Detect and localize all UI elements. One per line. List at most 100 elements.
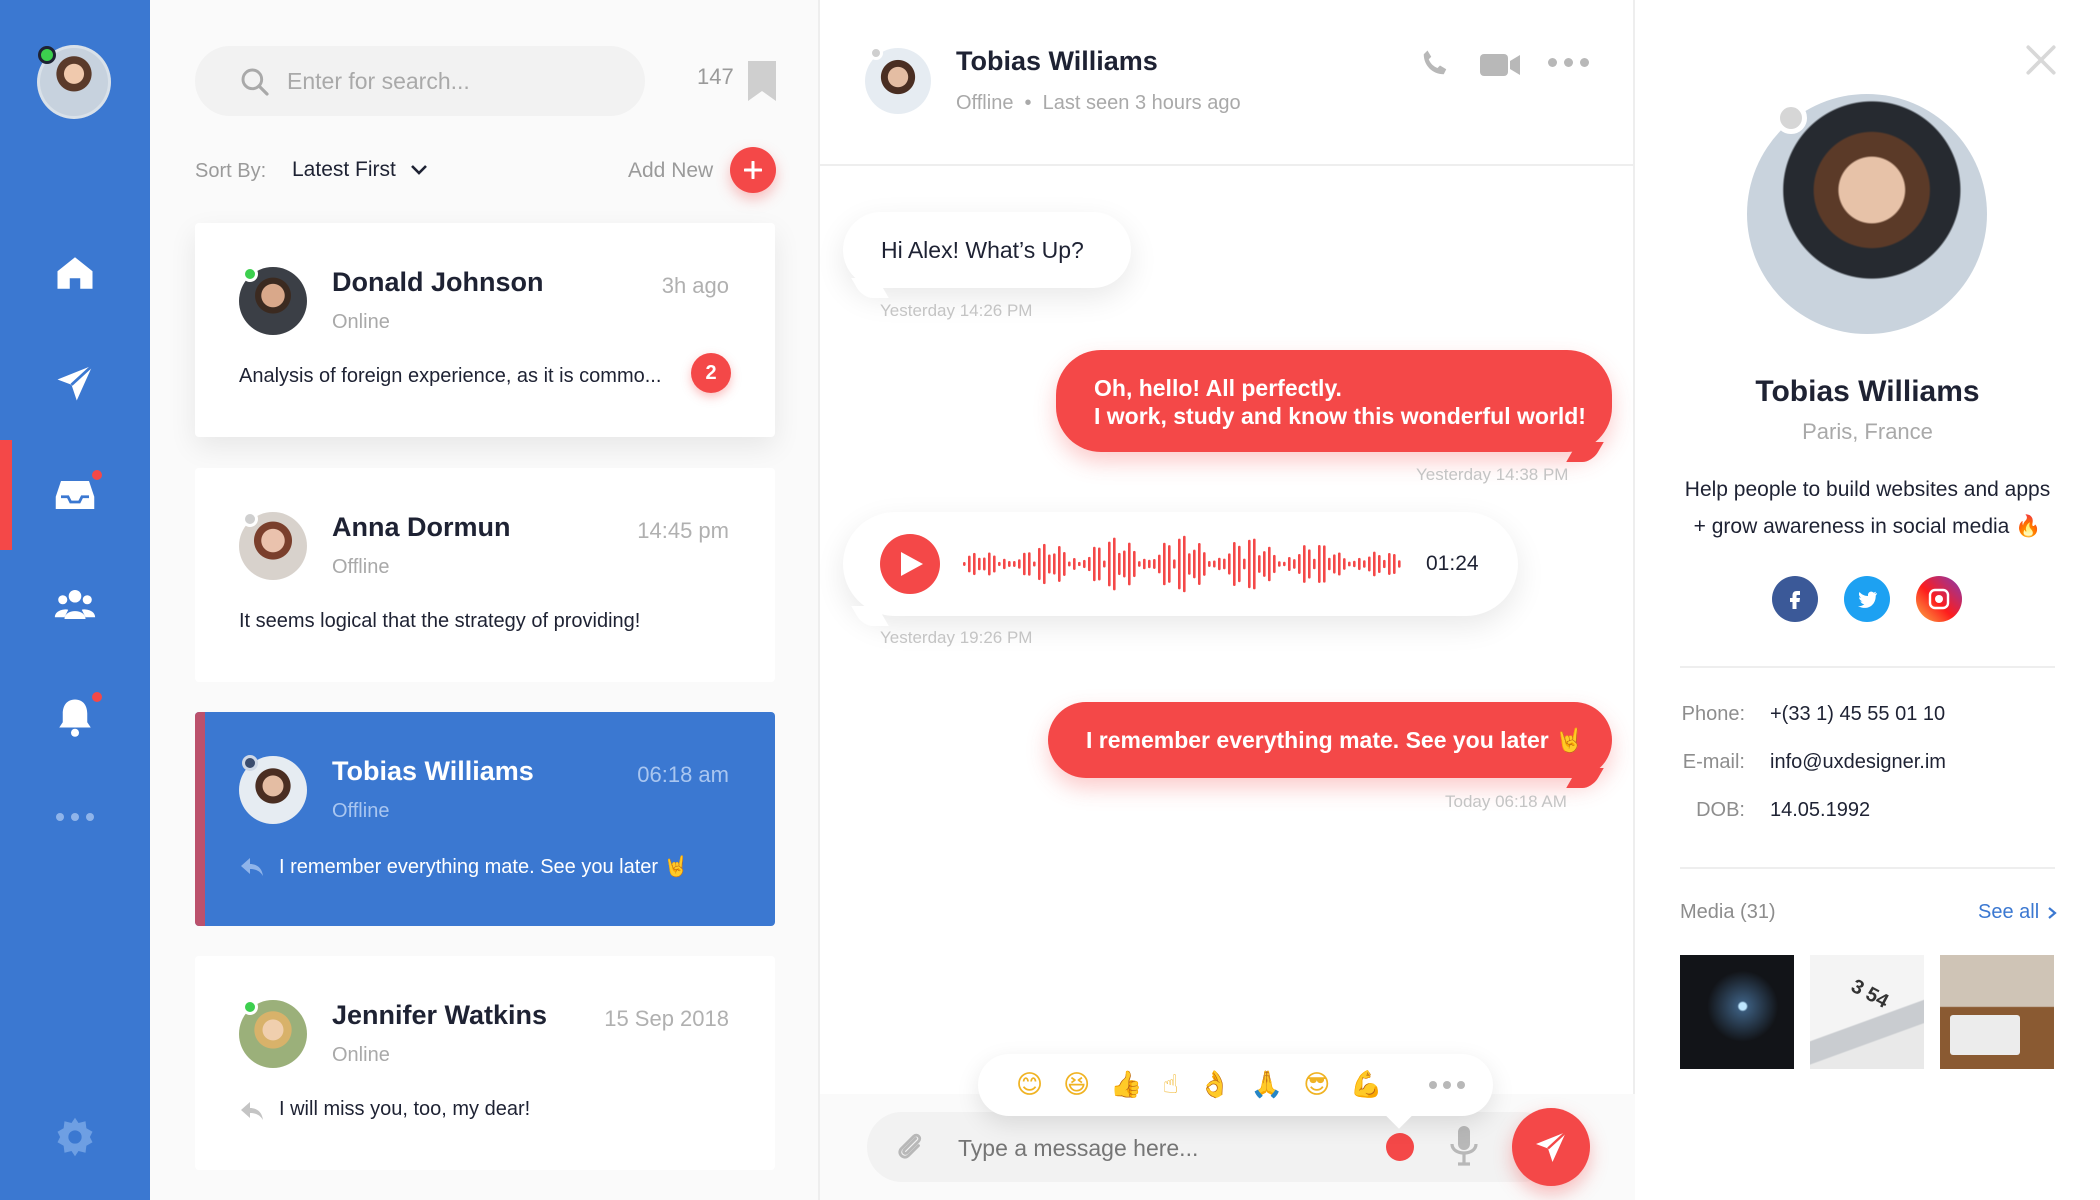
facebook-icon bbox=[1790, 591, 1800, 609]
message-timestamp: Today 06:18 AM bbox=[1445, 792, 1567, 811]
waveform-bar bbox=[1378, 554, 1381, 574]
see-all-media-link[interactable]: See all bbox=[1978, 901, 2057, 924]
emoji-point-up[interactable]: ☝ bbox=[1163, 1070, 1179, 1100]
phone-icon[interactable] bbox=[1420, 48, 1450, 78]
chat-card-tobias-williams[interactable]: Tobias Williams Offline 06:18 am I remem… bbox=[195, 712, 775, 926]
waveform-bar bbox=[993, 555, 996, 573]
sort-dropdown[interactable]: Latest First bbox=[292, 158, 428, 182]
waveform-bar bbox=[1308, 549, 1311, 579]
waveform-bar bbox=[1343, 558, 1346, 570]
waveform-bar bbox=[1243, 558, 1246, 570]
add-new-button[interactable] bbox=[730, 147, 776, 193]
more-icon[interactable] bbox=[0, 792, 150, 842]
notifications-dot bbox=[92, 692, 102, 702]
emoji-muscle[interactable]: 💪 bbox=[1350, 1070, 1382, 1100]
waveform-bar bbox=[1193, 549, 1196, 579]
emoji-sunglasses[interactable]: 😎 bbox=[1303, 1070, 1330, 1100]
play-button[interactable] bbox=[880, 534, 940, 594]
waveform-bar bbox=[1153, 559, 1156, 569]
waveform-bar bbox=[1213, 560, 1216, 568]
media-thumbnail[interactable] bbox=[1940, 955, 2054, 1069]
nav-inbox[interactable] bbox=[0, 440, 150, 550]
emoji-thumbs-up[interactable]: 👍 bbox=[1110, 1070, 1142, 1100]
conversation-contact-name: Tobias Williams bbox=[956, 46, 1158, 76]
nav-messages-sent[interactable] bbox=[0, 328, 150, 438]
more-options-icon[interactable] bbox=[1548, 58, 1589, 67]
user-avatar[interactable] bbox=[37, 45, 111, 119]
record-button[interactable] bbox=[1386, 1133, 1414, 1161]
waveform-bar bbox=[1238, 545, 1241, 583]
waveform-bar bbox=[1363, 560, 1366, 568]
waveform-bar bbox=[1018, 559, 1021, 569]
waveform-bar bbox=[1393, 553, 1396, 575]
more-emojis-icon[interactable] bbox=[1428, 1081, 1465, 1089]
microphone-icon[interactable] bbox=[1450, 1126, 1478, 1166]
nav-contacts[interactable] bbox=[0, 550, 150, 660]
profile-name: Tobias Williams bbox=[1755, 375, 1980, 408]
emoji-ok-hand[interactable]: 👌 bbox=[1198, 1070, 1230, 1100]
message-input[interactable] bbox=[958, 1128, 1358, 1168]
waveform-bar bbox=[1093, 546, 1096, 582]
bio-line-1: Help people to build websites and apps bbox=[1684, 478, 2051, 501]
add-new-label[interactable]: Add New bbox=[628, 159, 713, 183]
waveform-bar bbox=[983, 557, 986, 571]
contact-status: Online bbox=[332, 1044, 390, 1066]
waveform-bar bbox=[1098, 547, 1101, 581]
offline-status-dot bbox=[242, 511, 258, 527]
last-message-time: 3h ago bbox=[661, 273, 729, 298]
message-incoming: Hi Alex! What’s Up? bbox=[843, 212, 1131, 288]
message-text-line-2: I work, study and know this wonderful wo… bbox=[1094, 403, 1586, 429]
media-label: Media (31) bbox=[1680, 901, 1776, 923]
waveform-bar bbox=[1268, 546, 1271, 582]
nav-notifications[interactable] bbox=[0, 662, 150, 772]
chat-card-anna-dormun[interactable]: Anna Dormun Offline 14:45 pm It seems lo… bbox=[195, 468, 775, 682]
last-message-time: 14:45 pm bbox=[637, 518, 729, 543]
send-button[interactable] bbox=[1512, 1108, 1590, 1186]
waveform-bar bbox=[1218, 557, 1221, 571]
waveform-bar bbox=[1198, 542, 1201, 586]
video-icon[interactable] bbox=[1480, 52, 1520, 78]
waveform-bar bbox=[963, 562, 966, 566]
audio-waveform[interactable] bbox=[963, 534, 1403, 594]
chat-card-donald-johnson[interactable]: Donald Johnson Online 3h ago Analysis of… bbox=[195, 223, 775, 437]
media-thumbnail[interactable] bbox=[1680, 955, 1794, 1069]
waveform-bar bbox=[1128, 542, 1131, 586]
email-value[interactable]: info@uxdesigner.im bbox=[1770, 751, 1946, 774]
search-input[interactable] bbox=[287, 60, 617, 102]
online-status-dot bbox=[38, 46, 56, 64]
waveform-bar bbox=[1103, 560, 1106, 568]
waveform-bar bbox=[1293, 559, 1296, 569]
attach-icon[interactable] bbox=[893, 1130, 927, 1164]
waveform-bar bbox=[1058, 545, 1061, 583]
phone-label: Phone: bbox=[1681, 703, 1745, 725]
waveform-bar bbox=[998, 561, 1001, 567]
waveform-bar bbox=[978, 557, 981, 571]
nav-rail bbox=[0, 0, 150, 1200]
waveform-bar bbox=[1013, 561, 1016, 567]
contact-status: Online bbox=[332, 311, 390, 333]
message-outgoing: I remember everything mate. See you late… bbox=[1048, 702, 1612, 778]
profile-location: Paris, France bbox=[1802, 419, 1933, 444]
emoji-smile[interactable]: 😊 bbox=[1016, 1070, 1043, 1100]
contact-status: Offline bbox=[332, 556, 390, 578]
sort-value: Latest First bbox=[292, 158, 396, 181]
gear-icon[interactable] bbox=[54, 1116, 96, 1158]
waveform-bar bbox=[1223, 558, 1226, 570]
facebook-link[interactable] bbox=[1772, 576, 1818, 622]
bookmark-icon[interactable] bbox=[748, 60, 776, 102]
contact-name: Donald Johnson bbox=[332, 267, 544, 297]
waveform-bar bbox=[1368, 556, 1371, 572]
close-icon[interactable] bbox=[2024, 43, 2058, 77]
sort-label: Sort By: bbox=[195, 160, 267, 182]
emoji-laugh[interactable]: 😆 bbox=[1063, 1070, 1090, 1100]
last-message-preview: It seems logical that the strategy of pr… bbox=[239, 610, 641, 632]
waveform-bar bbox=[1253, 538, 1256, 590]
emoji-pray[interactable]: 🙏 bbox=[1251, 1070, 1283, 1100]
chat-card-jennifer-watkins[interactable]: Jennifer Watkins Online 15 Sep 2018 I wi… bbox=[195, 956, 775, 1170]
nav-home[interactable] bbox=[0, 218, 150, 328]
twitter-link[interactable] bbox=[1844, 576, 1890, 622]
instagram-link[interactable] bbox=[1916, 576, 1962, 622]
media-thumbnail[interactable] bbox=[1810, 955, 1924, 1069]
inbox-notification-dot bbox=[92, 470, 102, 480]
home-icon bbox=[57, 257, 93, 289]
